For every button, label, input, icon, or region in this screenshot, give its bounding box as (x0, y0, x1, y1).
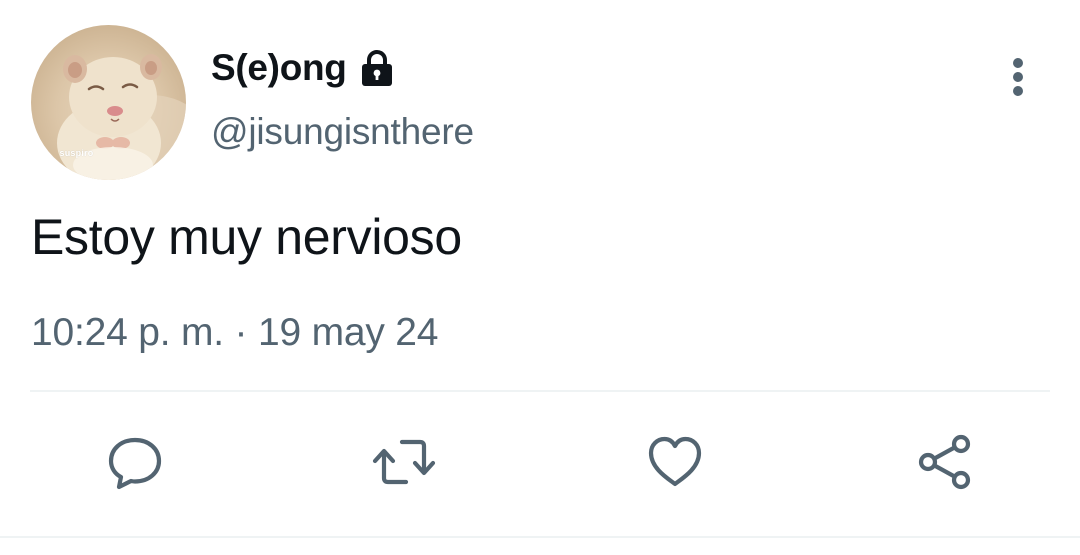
avatar-caption: suspiro (59, 148, 94, 158)
author-name-row[interactable]: S(e)ong (211, 44, 397, 92)
avatar[interactable]: suspiro (31, 25, 186, 180)
like-button[interactable] (643, 430, 707, 494)
share-icon (918, 434, 971, 490)
display-name[interactable]: S(e)ong (211, 47, 347, 89)
bottom-divider (0, 536, 1080, 538)
more-options-button[interactable] (996, 52, 1040, 100)
lock-icon (357, 48, 397, 88)
more-vertical-icon (1013, 58, 1023, 96)
comment-icon (108, 437, 162, 490)
tweet-text: Estoy muy nervioso (31, 209, 462, 265)
divider (30, 390, 1050, 392)
retweet-icon (372, 439, 436, 485)
heart-icon (648, 436, 702, 487)
user-handle[interactable]: @jisungisnthere (211, 111, 474, 153)
reply-button[interactable] (103, 430, 167, 494)
retweet-button[interactable] (372, 430, 436, 494)
share-button[interactable] (913, 430, 977, 494)
tweet-timestamp[interactable]: 10:24 p. m. · 19 may 24 (31, 311, 438, 355)
